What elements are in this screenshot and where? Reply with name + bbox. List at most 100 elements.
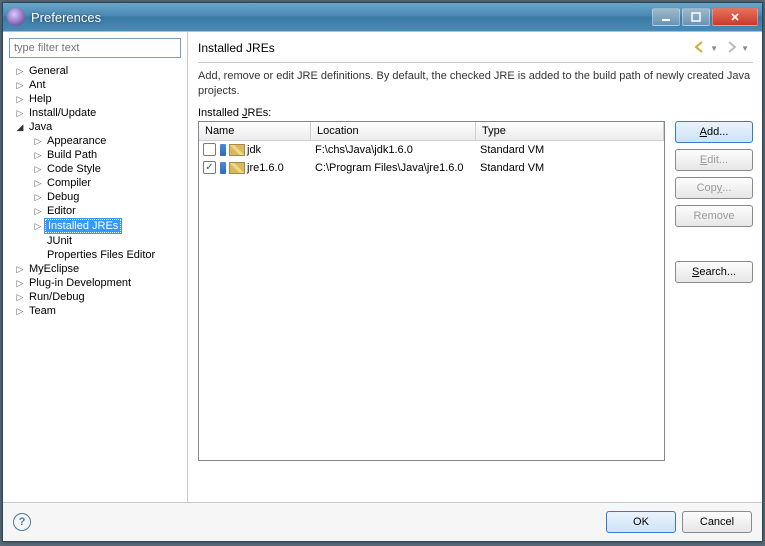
tree-item[interactable]: ▷Installed JREs [9,218,181,234]
tree-item-label: JUnit [45,235,74,247]
cell-location: C:\Program Files\Java\jre1.6.0 [311,162,476,174]
arrow-collapsed-icon[interactable]: ▷ [15,306,25,316]
cell-location: F:\chs\Java\jdk1.6.0 [311,144,476,156]
preferences-window: Preferences ▷General▷Ant▷Help▷Install/Up… [2,2,763,542]
tree-item-label: Code Style [45,163,103,175]
tree-item[interactable]: ▷Compiler [9,176,181,190]
button-spacer [675,233,753,255]
arrow-collapsed-icon[interactable]: ▷ [33,136,43,146]
tree-item-label: Team [27,305,58,317]
java-icon [220,144,226,156]
tree-item-label: Java [27,121,54,133]
copy-button[interactable]: Copy... [675,177,753,199]
window-title: Preferences [31,10,650,25]
column-name[interactable]: Name [199,122,311,140]
right-pane: Installed JREs ▼ ▼ Add, remove or edit J… [188,32,763,502]
tree-item[interactable]: ▷Appearance [9,134,181,148]
app-icon [7,8,25,26]
tree-item[interactable]: ▷Code Style [9,162,181,176]
library-icon [229,162,245,174]
remove-button[interactable]: Remove [675,205,753,227]
arrow-collapsed-icon[interactable]: ▷ [33,150,43,160]
table-row[interactable]: jre1.6.0 C:\Program Files\Java\jre1.6.0St… [199,159,664,177]
arrow-collapsed-icon[interactable]: ▷ [33,221,43,231]
cell-type: Standard VM [476,144,664,156]
checkbox[interactable] [203,161,216,174]
arrow-collapsed-icon[interactable]: ▷ [15,278,25,288]
add-button[interactable]: Add... [675,121,753,143]
cell-name: jre1.6.0 [199,161,311,174]
arrow-collapsed-icon [33,236,43,246]
tree-item-label: Run/Debug [27,291,87,303]
category-tree[interactable]: ▷General▷Ant▷Help▷Install/Update◢Java▷Ap… [9,64,181,496]
jre-table[interactable]: Name Location Type jdk F:\chs\Java\jdk1.6… [198,121,665,461]
footer: ? OK Cancel [3,502,762,541]
arrow-collapsed-icon [33,250,43,260]
tree-item[interactable]: JUnit [9,234,181,248]
tree-item-label: Debug [45,191,81,203]
table-row[interactable]: jdk F:\chs\Java\jdk1.6.0Standard VM [199,141,664,159]
tree-item[interactable]: ▷Install/Update [9,106,181,120]
arrow-collapsed-icon[interactable]: ▷ [15,264,25,274]
java-icon [220,162,226,174]
arrow-collapsed-icon[interactable]: ▷ [15,80,25,90]
close-button[interactable] [712,8,758,26]
arrow-collapsed-icon[interactable]: ▷ [33,178,43,188]
forward-button[interactable] [724,40,740,56]
arrow-collapsed-icon[interactable]: ▷ [15,108,25,118]
tree-item-label: MyEclipse [27,263,81,275]
ok-button[interactable]: OK [606,511,676,533]
arrow-collapsed-icon[interactable]: ▷ [15,292,25,302]
tree-item[interactable]: ▷Help [9,92,181,106]
tree-item-label: Build Path [45,149,99,161]
jre-name: jdk [247,144,261,156]
cancel-button[interactable]: Cancel [682,511,752,533]
back-dropdown-icon[interactable]: ▼ [710,44,718,53]
tree-item[interactable]: ▷Build Path [9,148,181,162]
tree-item[interactable]: ▷Debug [9,190,181,204]
column-type[interactable]: Type [476,122,664,140]
tree-item[interactable]: ▷MyEclipse [9,262,181,276]
tree-item[interactable]: ▷Team [9,304,181,318]
minimize-button[interactable] [652,8,680,26]
tree-item-label: Ant [27,79,48,91]
tree-item-label: Compiler [45,177,93,189]
help-icon[interactable]: ? [13,513,31,531]
search-button[interactable]: Search... [675,261,753,283]
table-body: jdkF:\chs\Java\jdk1.6.0Standard VMjre1.6… [199,141,664,177]
edit-button[interactable]: Edit... [675,149,753,171]
column-location[interactable]: Location [311,122,476,140]
arrow-collapsed-icon[interactable]: ▷ [33,192,43,202]
table-header[interactable]: Name Location Type [199,122,664,141]
cell-type: Standard VM [476,162,664,174]
arrow-collapsed-icon[interactable]: ▷ [33,206,43,216]
tree-item[interactable]: ▷Run/Debug [9,290,181,304]
arrow-collapsed-icon[interactable]: ▷ [15,94,25,104]
cell-name: jdk [199,143,311,156]
page-title: Installed JREs [198,41,691,55]
tree-item-label: Install/Update [27,107,98,119]
arrow-expanded-icon[interactable]: ◢ [15,122,25,132]
tree-item[interactable]: Properties Files Editor [9,248,181,262]
page-header: Installed JREs ▼ ▼ [198,40,753,63]
button-column: Add... Edit... Copy... Remove Search... [675,121,753,461]
arrow-collapsed-icon[interactable]: ▷ [33,164,43,174]
tree-item[interactable]: ▷Editor [9,204,181,218]
titlebar: Preferences [3,3,762,31]
tree-item[interactable]: ◢Java [9,120,181,134]
tree-item-label: Appearance [45,135,108,147]
jre-name: jre1.6.0 [247,162,284,174]
tree-item[interactable]: ▷General [9,64,181,78]
back-button[interactable] [693,40,709,56]
forward-dropdown-icon[interactable]: ▼ [741,44,749,53]
table-label: Installed JREs: [198,107,753,119]
arrow-collapsed-icon[interactable]: ▷ [15,66,25,76]
maximize-button[interactable] [682,8,710,26]
tree-item-label: Editor [45,205,78,217]
tree-item-label: Help [27,93,54,105]
tree-item[interactable]: ▷Plug-in Development [9,276,181,290]
tree-item[interactable]: ▷Ant [9,78,181,92]
tree-item-label: General [27,65,70,77]
filter-input[interactable] [9,38,181,58]
checkbox[interactable] [203,143,216,156]
